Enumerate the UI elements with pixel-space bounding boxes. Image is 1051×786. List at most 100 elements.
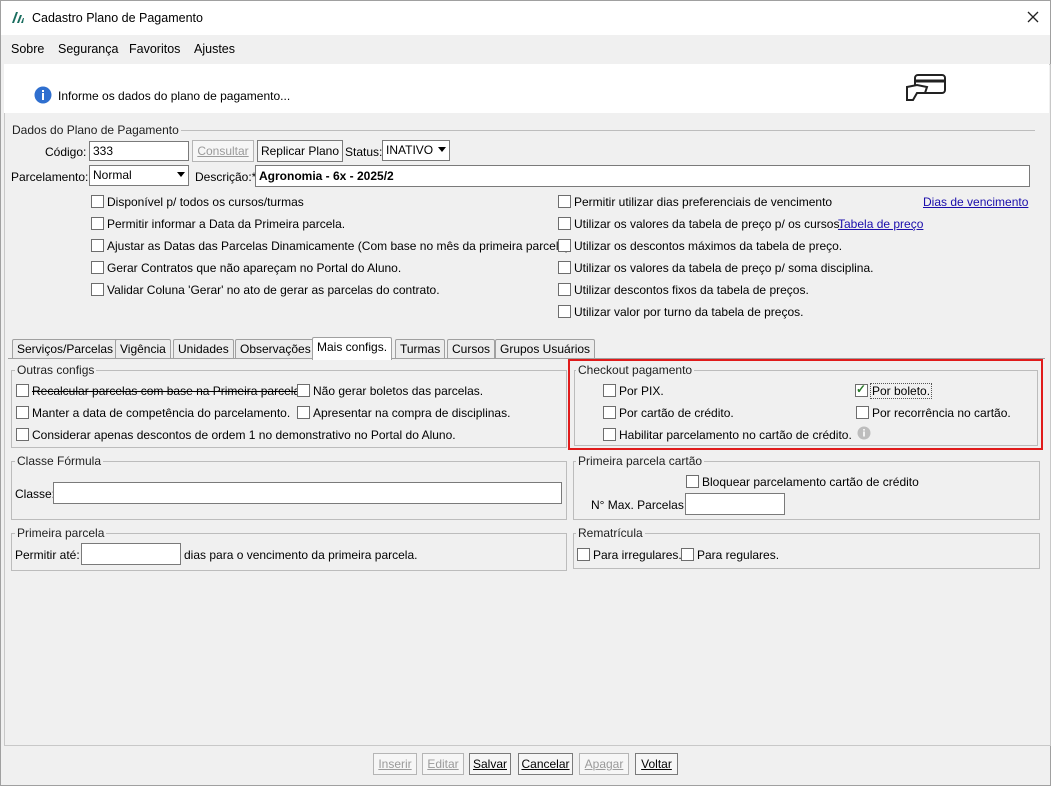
checkbox-soma-disciplina[interactable]: [558, 261, 571, 274]
rematricula-title: Rematrícula: [576, 526, 645, 540]
consultar-button[interactable]: Consultar: [192, 140, 254, 162]
tabela-preco-link[interactable]: Tabela de preço: [838, 217, 923, 231]
menu-sobre[interactable]: Sobre: [11, 42, 44, 56]
checkout-title: Checkout pagamento: [576, 363, 695, 377]
max-parcelas-label: N° Max. Parcelas:: [591, 498, 688, 512]
option-considerar: Considerar apenas descontos de ordem 1 n…: [32, 428, 456, 442]
checkbox-pix[interactable]: [603, 384, 616, 397]
title-bar: Cadastro Plano de Pagamento: [1, 1, 1050, 35]
tab-unidades[interactable]: Unidades: [173, 339, 234, 358]
checkbox-valor-turno[interactable]: [558, 305, 571, 318]
close-icon[interactable]: [1025, 9, 1041, 25]
checkbox-boleto[interactable]: [855, 382, 868, 397]
checkbox-descontos-maximos[interactable]: [558, 239, 571, 252]
option-bloquear-parcelamento: Bloquear parcelamento cartão de crédito: [702, 475, 919, 489]
checkbox-habilitar-parcelamento[interactable]: [603, 428, 616, 441]
salvar-button[interactable]: Salvar: [469, 753, 511, 775]
tab-grupos-usuarios[interactable]: Grupos Usuários: [495, 339, 596, 358]
dados-group-title: Dados do Plano de Pagamento: [10, 123, 181, 137]
codigo-input[interactable]: [89, 141, 189, 161]
option-soma-disciplina: Utilizar os valores da tabela de preço p…: [574, 261, 874, 275]
checkbox-descontos-fixos[interactable]: [558, 283, 571, 296]
option-cartao: Por cartão de crédito.: [619, 406, 734, 420]
option-validar-coluna: Validar Coluna 'Gerar' no ato de gerar a…: [107, 283, 440, 297]
editar-button[interactable]: Editar: [422, 753, 464, 775]
option-nao-gerar: Não gerar boletos das parcelas.: [313, 384, 484, 398]
app-logo-icon: [11, 10, 25, 24]
option-ajustar-datas: Ajustar as Datas das Parcelas Dinamicame…: [107, 239, 570, 253]
option-descontos-maximos: Utilizar os descontos máximos da tabela …: [574, 239, 843, 253]
checkbox-regulares[interactable]: [681, 548, 694, 561]
menu-seguranca[interactable]: Segurança: [58, 42, 118, 56]
checkbox-tabela-cursos[interactable]: [558, 217, 571, 230]
option-recalcular: Recalcular parcelas com base na Primeira…: [32, 384, 304, 398]
tab-cursos[interactable]: Cursos: [447, 339, 496, 358]
option-apresentar: Apresentar na compra de disciplinas.: [313, 406, 511, 420]
option-tabela-cursos: Utilizar os valores da tabela de preço p…: [574, 217, 843, 231]
tab-vigencia[interactable]: Vigência: [115, 339, 171, 358]
voltar-button[interactable]: Voltar: [635, 753, 678, 775]
status-value: INATIVO: [386, 143, 434, 157]
permitir-ate-input[interactable]: [81, 543, 181, 565]
menu-bar: Sobre Segurança Favoritos Ajustes: [1, 36, 1050, 62]
checkbox-recorrencia[interactable]: [856, 406, 869, 419]
checkbox-permitir-data[interactable]: [91, 217, 104, 230]
checkbox-considerar[interactable]: [16, 428, 29, 441]
checkbox-manter-data[interactable]: [16, 406, 29, 419]
option-gerar-contratos: Gerar Contratos que não apareçam no Port…: [107, 261, 402, 275]
info-tooltip-icon[interactable]: [857, 426, 871, 440]
checkbox-irregulares[interactable]: [577, 548, 590, 561]
chevron-down-icon: [438, 147, 446, 152]
parcelamento-label: Parcelamento:: [11, 170, 89, 184]
apagar-label: Apagar: [584, 757, 624, 771]
tab-turmas[interactable]: Turmas: [395, 339, 446, 358]
info-icon: [34, 86, 52, 104]
dias-vencimento-link[interactable]: Dias de vencimento: [923, 195, 1028, 209]
outras-configs-title: Outras configs: [15, 363, 97, 377]
tab-servicos-parcelas[interactable]: Serviços/Parcelas: [12, 339, 119, 358]
menu-favoritos[interactable]: Favoritos: [129, 42, 180, 56]
descricao-input[interactable]: [255, 165, 1030, 187]
option-boleto: Por boleto.: [870, 383, 933, 399]
option-recorrencia: Por recorrência no cartão.: [872, 406, 1011, 420]
editar-label: Editar: [427, 757, 459, 771]
checkbox-ajustar-datas[interactable]: [91, 239, 104, 252]
option-habilitar-parcelamento: Habilitar parcelamento no cartão de créd…: [619, 428, 852, 442]
status-select[interactable]: INATIVO: [382, 140, 450, 161]
checkbox-cartao[interactable]: [603, 406, 616, 419]
cancelar-label: Cancelar: [521, 757, 570, 771]
checkbox-apresentar[interactable]: [297, 406, 310, 419]
option-dias-preferenciais: Permitir utilizar dias preferenciais de …: [574, 195, 833, 209]
parcelamento-select[interactable]: Normal: [89, 165, 189, 186]
checkbox-validar-coluna[interactable]: [91, 283, 104, 296]
checkbox-nao-gerar[interactable]: [297, 384, 310, 397]
payment-card-icon: [905, 73, 947, 103]
tab-observacoes[interactable]: Observações: [235, 339, 316, 358]
checkbox-recalcular[interactable]: [16, 384, 29, 397]
classe-input[interactable]: [53, 482, 562, 504]
voltar-label: Voltar: [641, 757, 672, 771]
classe-label: Classe:: [15, 487, 56, 501]
tab-mais-configs[interactable]: Mais configs.: [312, 337, 393, 360]
main-window: Cadastro Plano de Pagamento Sobre Segura…: [0, 0, 1051, 786]
option-permitir-data: Permitir informar a Data da Primeira par…: [107, 217, 346, 231]
permitir-ate-label: Permitir até:: [15, 548, 80, 562]
checkbox-gerar-contratos[interactable]: [91, 261, 104, 274]
apagar-button[interactable]: Apagar: [579, 753, 629, 775]
descricao-label: Descrição:*: [195, 170, 257, 184]
max-parcelas-input[interactable]: [685, 493, 785, 515]
menu-ajustes[interactable]: Ajustes: [194, 42, 235, 56]
classe-formula-title: Classe Fórmula: [15, 454, 104, 468]
dias-vencimento-suffix: dias para o vencimento da primeira parce…: [184, 548, 418, 562]
chevron-down-icon: [177, 172, 185, 177]
info-text: Informe os dados do plano de pagamento..…: [58, 89, 291, 103]
salvar-label: Salvar: [472, 757, 507, 771]
checkbox-disponivel[interactable]: [91, 195, 104, 208]
inserir-button[interactable]: Inserir: [373, 753, 417, 775]
primeira-parcela-title: Primeira parcela: [15, 526, 107, 540]
replicar-plano-button[interactable]: Replicar Plano: [257, 140, 343, 162]
checkbox-bloquear-parcelamento[interactable]: [686, 475, 699, 488]
cancelar-button[interactable]: Cancelar: [518, 753, 573, 775]
checkbox-dias-preferenciais[interactable]: [558, 195, 571, 208]
primeira-cartao-title: Primeira parcela cartão: [576, 454, 705, 468]
